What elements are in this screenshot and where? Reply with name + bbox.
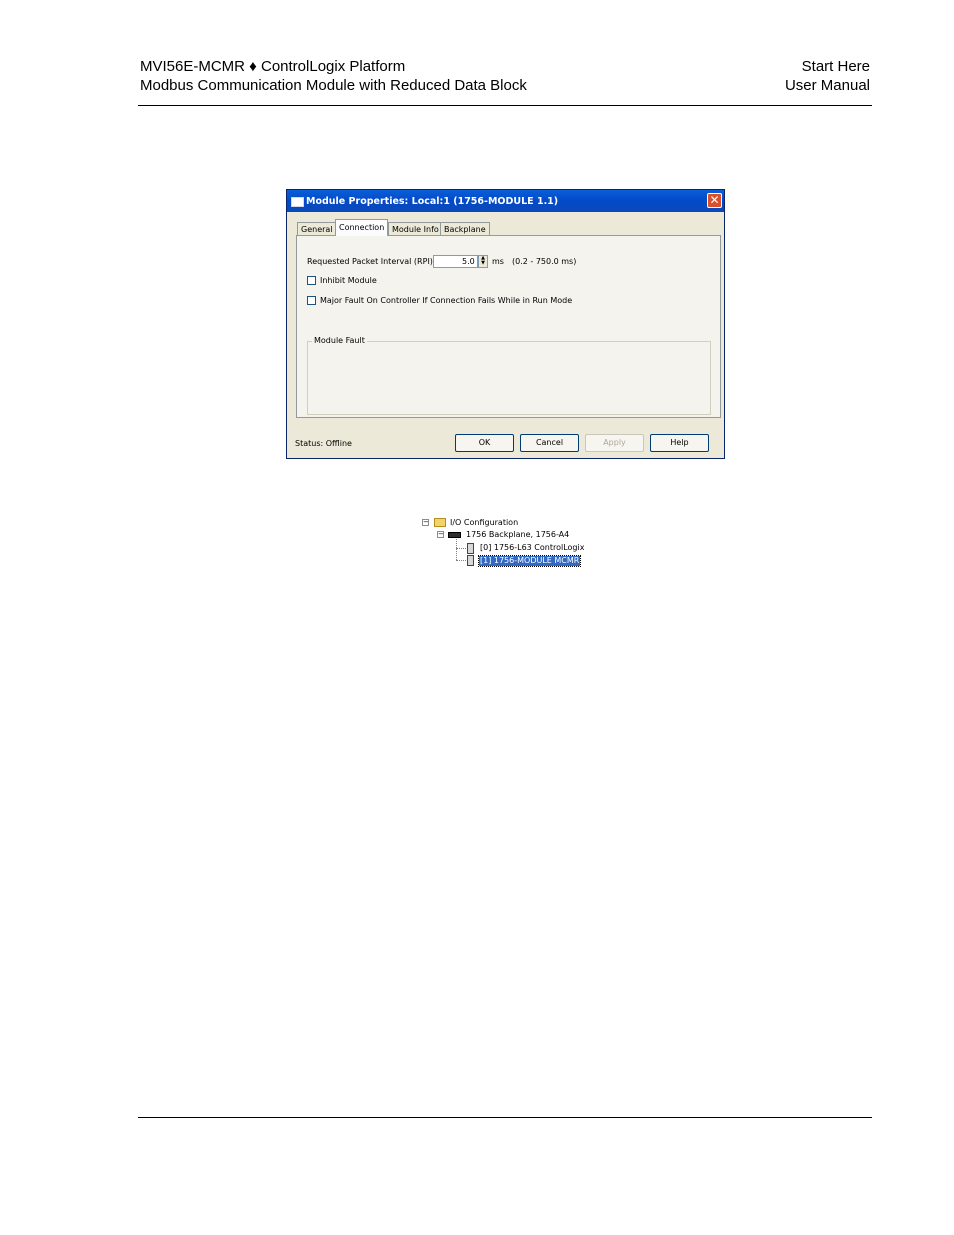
window-icon — [291, 197, 304, 207]
footer-rule — [138, 1117, 872, 1118]
rpi-input[interactable]: 5.0 — [433, 255, 478, 268]
rpi-range: (0.2 - 750.0 ms) — [512, 257, 577, 266]
major-fault-checkbox[interactable] — [307, 296, 316, 305]
tree-connector — [456, 548, 466, 549]
collapse-icon[interactable]: − — [437, 531, 444, 538]
tree-item-io-configuration[interactable]: I/O Configuration — [450, 518, 518, 528]
rpi-label: Requested Packet Interval (RPI): — [307, 257, 436, 266]
tree-item-backplane[interactable]: 1756 Backplane, 1756-A4 — [466, 530, 569, 540]
io-configuration-tree: − I/O Configuration − 1756 Backplane, 17… — [420, 515, 590, 570]
tree-connector — [456, 539, 457, 560]
ok-button[interactable]: OK — [455, 434, 514, 452]
tree-connector — [456, 560, 466, 561]
header-rule — [138, 105, 872, 106]
module-properties-dialog: Module Properties: Local:1 (1756-MODULE … — [286, 189, 725, 459]
tab-module-info[interactable]: Module Info — [388, 222, 443, 235]
header-subtitle: Modbus Communication Module with Reduced… — [140, 77, 527, 94]
tree-item-slot0-controller[interactable]: [0] 1756-L63 ControlLogix — [480, 543, 584, 553]
header-section: Start Here — [801, 58, 870, 75]
inhibit-module-checkbox[interactable] — [307, 276, 316, 285]
module-fault-label: Module Fault — [312, 336, 367, 345]
help-button[interactable]: Help — [650, 434, 709, 452]
tree-item-slot1-module[interactable]: [1] 1756-MODULE MCMR — [477, 555, 582, 567]
cancel-button[interactable]: Cancel — [520, 434, 579, 452]
header-doc-type: User Manual — [784, 77, 870, 94]
header-left: MVI56E-MCMR ♦ ControlLogix Platform Modb… — [140, 57, 527, 95]
module-fault-group — [307, 341, 711, 415]
inhibit-module-label: Inhibit Module — [320, 276, 377, 285]
tab-connection[interactable]: Connection — [335, 219, 389, 236]
controller-icon — [467, 543, 474, 554]
collapse-icon[interactable]: − — [422, 519, 429, 526]
folder-icon — [434, 518, 446, 527]
dialog-titlebar[interactable]: Module Properties: Local:1 (1756-MODULE … — [287, 190, 724, 212]
major-fault-label: Major Fault On Controller If Connection … — [320, 296, 573, 305]
module-icon — [467, 555, 474, 566]
status-text: Status: Offline — [295, 439, 352, 448]
tab-general[interactable]: General — [297, 222, 337, 235]
header-product: MVI56E-MCMR ♦ ControlLogix Platform — [140, 58, 406, 75]
tab-backplane[interactable]: Backplane — [440, 222, 490, 235]
close-icon[interactable]: ✕ — [707, 193, 722, 208]
dialog-title: Module Properties: Local:1 (1756-MODULE … — [306, 196, 559, 207]
chassis-icon — [448, 532, 461, 538]
rpi-unit: ms — [492, 257, 504, 266]
rpi-spinner[interactable]: ▲ ▼ — [478, 255, 488, 268]
apply-button[interactable]: Apply — [585, 434, 644, 452]
header-right: Start Here User Manual — [785, 57, 870, 95]
